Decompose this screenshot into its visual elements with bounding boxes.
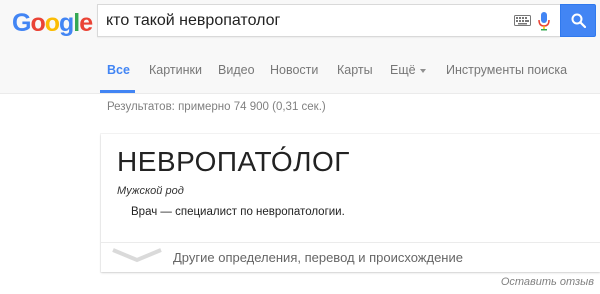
tab-images[interactable]: Картинки bbox=[149, 62, 202, 78]
magnifier-icon bbox=[571, 13, 586, 28]
search-input[interactable]: кто такой невропатолог bbox=[106, 12, 506, 30]
word-definition: Врач — специалист по невропатологии. bbox=[131, 206, 345, 218]
tab-more-label: Ещё bbox=[390, 63, 416, 77]
search-button[interactable] bbox=[560, 4, 596, 37]
logo-letter: o bbox=[30, 9, 45, 37]
caret-down-icon bbox=[419, 68, 426, 73]
tab-news[interactable]: Новости bbox=[270, 62, 318, 78]
tab-search-tools[interactable]: Инструменты поиска bbox=[446, 62, 567, 78]
word-gender: Мужской род bbox=[117, 185, 184, 197]
top-bar: Google кто такой невропатолог Все Картин… bbox=[0, 0, 600, 94]
logo-letter: G bbox=[12, 9, 31, 37]
feedback-link[interactable]: Оставить отзыв bbox=[501, 276, 594, 288]
active-tab-indicator bbox=[100, 90, 135, 93]
microphone-icon[interactable] bbox=[538, 12, 550, 31]
tab-videos[interactable]: Видео bbox=[218, 62, 255, 78]
keyboard-icon[interactable] bbox=[514, 15, 531, 26]
chevron-down-icon bbox=[112, 248, 162, 263]
expand-definitions-row[interactable]: Другие определения, перевод и происхожде… bbox=[101, 242, 600, 272]
google-logo[interactable]: Google bbox=[12, 9, 93, 37]
tab-all[interactable]: Все bbox=[107, 62, 130, 78]
tab-maps[interactable]: Карты bbox=[337, 62, 373, 78]
dictionary-card: НЕВРОПАТО́ЛОГ Мужской род Врач — специал… bbox=[101, 134, 600, 272]
expand-definitions-label: Другие определения, перевод и происхожде… bbox=[173, 250, 463, 265]
logo-letter: g bbox=[59, 9, 74, 37]
logo-letter: e bbox=[79, 9, 93, 37]
search-tabs: Все Картинки Видео Новости Карты Ещё Инс… bbox=[0, 58, 600, 94]
results-stats: Результатов: примерно 74 900 (0,31 сек.) bbox=[107, 101, 326, 113]
tab-more[interactable]: Ещё bbox=[390, 62, 426, 78]
logo-letter: o bbox=[44, 9, 60, 37]
search-box: кто такой невропатолог bbox=[97, 4, 560, 37]
dictionary-word: НЕВРОПАТО́ЛОГ bbox=[117, 146, 350, 177]
